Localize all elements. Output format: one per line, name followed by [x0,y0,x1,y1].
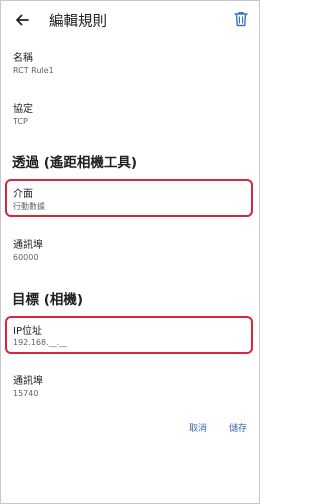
dialog-actions: 取消 儲存 [189,421,247,434]
trash-icon [234,11,248,27]
interface-label: 介面 [13,189,33,200]
interface-field[interactable]: 介面 行動數據 [1,179,259,217]
cancel-button[interactable]: 取消 [189,421,207,434]
source-port-value: 60000 [13,253,39,262]
page-title: 編輯規則 [49,14,107,30]
source-port-label: 通訊埠 [13,240,43,251]
ip-label: IP位址 [13,326,42,337]
ip-value: 192.168.__.__ [13,338,68,347]
section-source-title: 透過 (遙距相機工具) [12,155,138,171]
protocol-value: TCP [13,117,28,126]
save-button[interactable]: 儲存 [229,421,247,434]
back-button[interactable] [11,9,33,31]
name-value: RCT Rule1 [13,66,54,75]
ip-field[interactable]: IP位址 192.168.__.__ [1,316,259,354]
protocol-field[interactable]: 協定 TCP [1,96,259,136]
source-port-field[interactable]: 通訊埠 60000 [1,232,259,272]
screen: 編輯規則 名稱 RCT Rule1 協定 TCP 透過 (遙距相機工具) 介面 … [0,0,260,504]
name-label: 名稱 [13,53,33,64]
protocol-label: 協定 [13,104,33,115]
section-target-title: 目標 (相機) [12,292,84,308]
target-port-value: 15740 [13,389,39,398]
arrow-left-icon [16,14,29,26]
target-port-label: 通訊埠 [13,376,43,387]
delete-button[interactable] [232,10,250,28]
name-field[interactable]: 名稱 RCT Rule1 [1,45,259,85]
app-bar: 編輯規則 [1,1,259,39]
target-port-field[interactable]: 通訊埠 15740 [1,368,259,408]
interface-value: 行動數據 [13,202,45,211]
